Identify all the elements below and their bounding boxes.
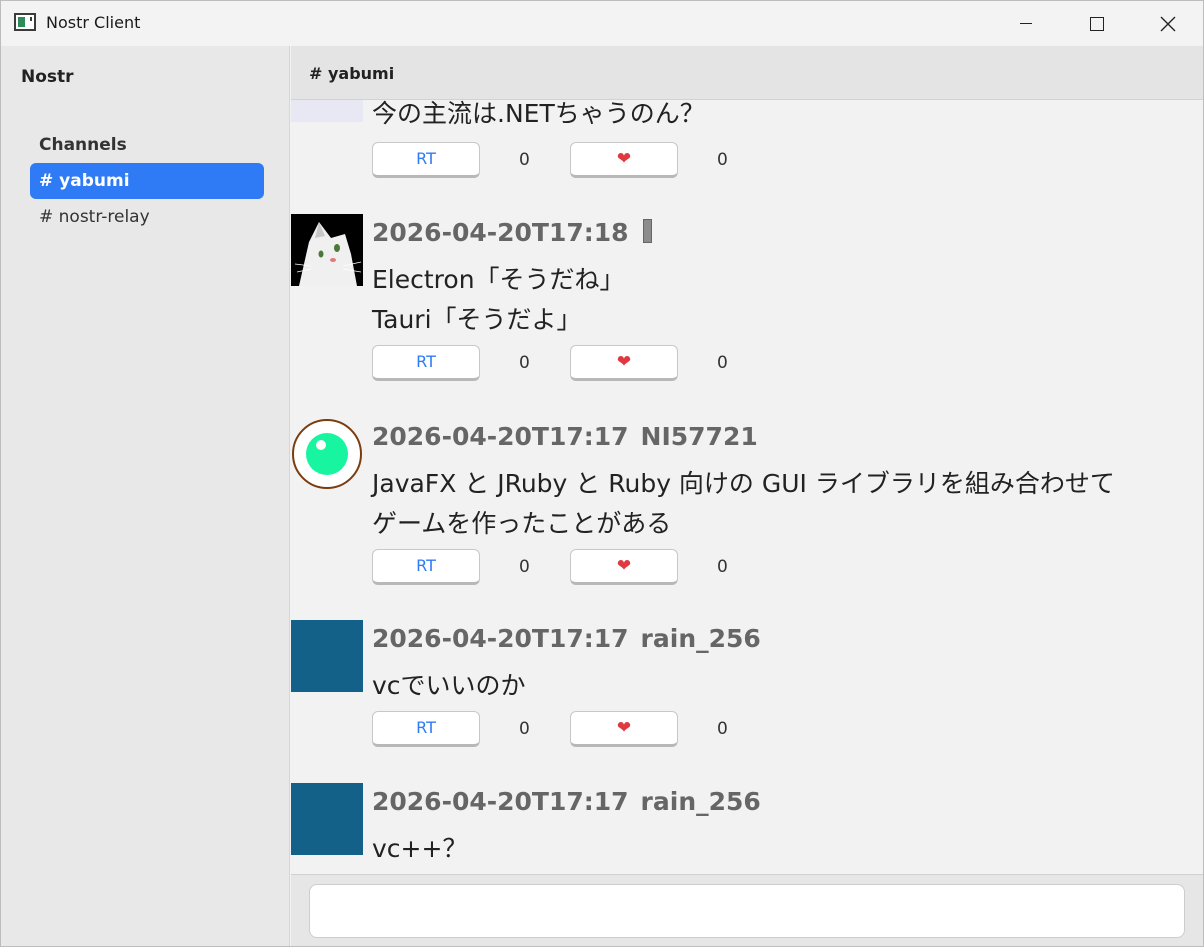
like-button[interactable]: ❤ <box>570 345 678 381</box>
app-window: Nostr Client Nostr Channels # yabumi # n… <box>0 0 1204 947</box>
post-actions: RT 0 ❤ 0 <box>372 549 752 585</box>
channels-heading: Channels <box>39 135 127 155</box>
avatar[interactable] <box>291 418 363 490</box>
heart-icon: ❤ <box>616 352 632 372</box>
rt-button[interactable]: RT <box>372 142 480 178</box>
sidebar-item-yabumi[interactable]: # yabumi <box>30 163 264 199</box>
heart-icon: ❤ <box>616 149 632 169</box>
post-timestamp: 2026-04-20T17:17 <box>372 787 629 816</box>
like-button[interactable]: ❤ <box>570 549 678 585</box>
post: 今の主流は.NETちゃうのん？ RT 0 ❤ 0 <box>291 100 1203 180</box>
avatar[interactable] <box>291 100 363 122</box>
app-icon <box>14 13 36 31</box>
heart-icon: ❤ <box>616 556 632 576</box>
post: 2026-04-20T17:18 Electron「そうだね」 Tauri「そう… <box>291 214 1203 394</box>
avatar[interactable] <box>291 620 363 692</box>
channel-title: # yabumi <box>309 64 395 83</box>
rt-button[interactable]: RT <box>372 549 480 585</box>
like-count: 0 <box>717 719 728 739</box>
rt-count: 0 <box>519 557 530 577</box>
post-timestamp: 2026-04-20T17:17 <box>372 422 629 451</box>
rt-count: 0 <box>519 150 530 170</box>
rt-count: 0 <box>519 719 530 739</box>
post-text: Tauri「そうだよ」 <box>372 305 582 334</box>
post-text: vcでいいのか <box>372 671 526 700</box>
post-actions: RT 0 ❤ 0 <box>372 711 752 747</box>
post-text: vc++？ <box>372 834 468 863</box>
post: 2026-04-20T17:17 NI57721 JavaFX と JRuby と… <box>291 418 1203 598</box>
maximize-icon <box>1090 16 1104 31</box>
rt-count: 0 <box>519 353 530 373</box>
sidebar-brand: Nostr <box>21 67 74 87</box>
post-timestamp: 2026-04-20T17:17 <box>372 624 629 653</box>
post-actions: RT 0 ❤ 0 <box>372 345 752 381</box>
sidebar-item-nostr-relay[interactable]: # nostr-relay <box>30 199 264 235</box>
post-timestamp: 2026-04-20T17:18 <box>372 218 629 247</box>
composer-bar <box>291 874 1203 946</box>
post-text: JavaFX と JRuby と Ruby 向けの GUI ライブラリを組み合わ… <box>372 469 1115 498</box>
post-meta: 2026-04-20T17:17 rain_256 <box>372 787 761 816</box>
post-meta: 2026-04-20T17:17 rain_256 <box>372 624 761 653</box>
sidebar: Nostr Channels # yabumi # nostr-relay <box>1 46 290 946</box>
message-feed[interactable]: 今の主流は.NETちゃうのん？ RT 0 ❤ 0 2026-04-20T17:1… <box>291 100 1203 874</box>
post-author[interactable]: rain_256 <box>641 624 761 653</box>
post-text: Electron「そうだね」 <box>372 265 625 294</box>
green-orb-avatar-icon <box>292 419 362 489</box>
close-icon <box>1160 16 1176 31</box>
channel-header: # yabumi <box>291 46 1203 100</box>
post-meta: 2026-04-20T17:18 <box>372 218 652 247</box>
message-input[interactable] <box>309 884 1185 938</box>
post: 2026-04-20T17:17 rain_256 vc++？ <box>291 783 1203 874</box>
post: 2026-04-20T17:17 rain_256 vcでいいのか RT 0 ❤ … <box>291 620 1203 760</box>
like-count: 0 <box>717 150 728 170</box>
like-button[interactable]: ❤ <box>570 142 678 178</box>
minimize-icon <box>1020 23 1032 24</box>
post-meta: 2026-04-20T17:17 NI57721 <box>372 422 758 451</box>
heart-icon: ❤ <box>616 718 632 738</box>
title-bar: Nostr Client <box>1 1 1203 46</box>
avatar[interactable] <box>291 214 363 286</box>
post-author[interactable]: rain_256 <box>641 787 761 816</box>
post-text: ゲームを作ったことがある <box>372 509 672 538</box>
post-text: 今の主流は.NETちゃうのん？ <box>372 100 705 128</box>
avatar[interactable] <box>291 783 363 855</box>
post-author[interactable]: NI57721 <box>641 422 758 451</box>
minimize-button[interactable] <box>991 1 1061 46</box>
author-badge-icon <box>642 219 652 243</box>
maximize-button[interactable] <box>1062 1 1132 46</box>
like-count: 0 <box>717 353 728 373</box>
post-actions: RT 0 ❤ 0 <box>372 142 752 178</box>
blue-chevron-avatar-icon <box>291 100 363 122</box>
close-button[interactable] <box>1133 1 1203 46</box>
like-count: 0 <box>717 557 728 577</box>
rt-button[interactable]: RT <box>372 711 480 747</box>
rt-button[interactable]: RT <box>372 345 480 381</box>
cat-avatar-icon <box>291 214 363 286</box>
like-button[interactable]: ❤ <box>570 711 678 747</box>
window-title: Nostr Client <box>46 13 141 32</box>
